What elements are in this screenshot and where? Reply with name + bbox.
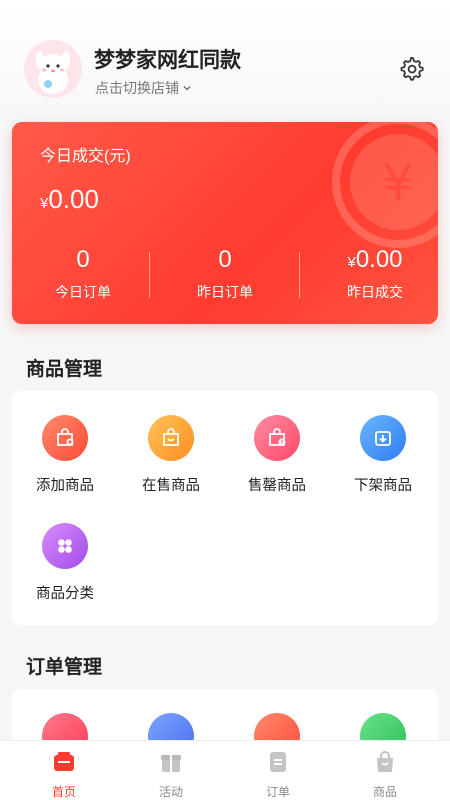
product-management-title: 商品管理 <box>26 359 103 380</box>
tab-label: 首页 <box>51 785 76 799</box>
add-product-button[interactable]: 添加商品 <box>12 415 118 495</box>
chevron-down-icon <box>183 86 191 91</box>
today-sales-amount: ¥0.00 <box>40 184 99 215</box>
bag-add-icon <box>42 415 88 461</box>
bag-smile-icon <box>148 415 194 461</box>
product-management-panel: 添加商品 在售商品 售罄商品 下架商品 商品分类 <box>12 391 438 625</box>
tab-label: 活动 <box>158 785 183 799</box>
off-shelf-products-button[interactable]: 下架商品 <box>330 415 436 495</box>
stat-today-orders[interactable]: 0 今日订单 <box>12 246 154 302</box>
stat-number: 0.00 <box>355 246 403 273</box>
stat-value: 0 <box>154 246 296 274</box>
yuan-coin-icon: ¥ <box>332 122 438 248</box>
grid-label: 添加商品 <box>36 478 94 494</box>
grid-label: 商品分类 <box>36 586 94 602</box>
tab-activity[interactable]: 活动 <box>115 741 227 800</box>
bottom-tab-bar: 首页 活动 订单 商品 <box>0 740 450 800</box>
currency-symbol: ¥ <box>347 254 356 271</box>
tab-label: 商品 <box>372 785 397 799</box>
stat-label: 昨日成交 <box>347 284 403 300</box>
avatar-illustration <box>24 40 82 98</box>
stat-label: 今日订单 <box>55 284 111 300</box>
order-icon <box>270 752 286 772</box>
bag-alert-icon <box>254 415 300 461</box>
avatar[interactable] <box>24 40 82 98</box>
svg-text:¥: ¥ <box>382 154 414 212</box>
gear-icon[interactable] <box>398 55 424 81</box>
product-category-button[interactable]: 商品分类 <box>12 523 118 603</box>
grid-label: 下架商品 <box>354 478 412 494</box>
today-stats-card: ¥ 今日成交(元) ¥0.00 0 今日订单 0 昨日订单 ¥0.00 昨日成交 <box>12 122 438 324</box>
divider <box>299 252 300 298</box>
today-sales-title: 今日成交(元) <box>40 148 131 165</box>
tab-home[interactable]: 首页 <box>8 741 120 800</box>
tab-label: 订单 <box>265 785 290 799</box>
shopping-bag-icon <box>377 751 393 772</box>
grid-label: 在售商品 <box>142 478 200 494</box>
stat-yesterday-sales[interactable]: ¥0.00 昨日成交 <box>304 246 438 302</box>
on-sale-products-button[interactable]: 在售商品 <box>118 415 224 495</box>
home-icon <box>54 752 74 771</box>
tab-orders[interactable]: 订单 <box>222 741 334 800</box>
stat-yesterday-orders[interactable]: 0 昨日订单 <box>154 246 296 302</box>
stat-label: 昨日订单 <box>197 284 253 300</box>
stat-value: 0 <box>12 246 154 274</box>
switch-shop-label: 点击切换店铺 <box>95 80 179 96</box>
today-sales-value: 0.00 <box>48 184 99 214</box>
store-header: 梦梦家网红同款 点击切换店铺 <box>0 0 450 110</box>
order-management-title: 订单管理 <box>26 657 103 678</box>
shop-name: 梦梦家网红同款 <box>94 49 241 72</box>
stat-number: 0 <box>76 246 90 273</box>
grid-label: 售罄商品 <box>248 478 306 494</box>
divider <box>149 252 150 298</box>
stat-value: ¥0.00 <box>304 246 438 274</box>
tab-products[interactable]: 商品 <box>329 741 441 800</box>
switch-shop-link[interactable]: 点击切换店铺 <box>95 78 192 98</box>
box-down-icon <box>360 415 406 461</box>
category-icon <box>42 523 88 569</box>
gift-icon <box>161 755 181 772</box>
stat-number: 0 <box>218 246 232 273</box>
sold-out-products-button[interactable]: 售罄商品 <box>224 415 330 495</box>
